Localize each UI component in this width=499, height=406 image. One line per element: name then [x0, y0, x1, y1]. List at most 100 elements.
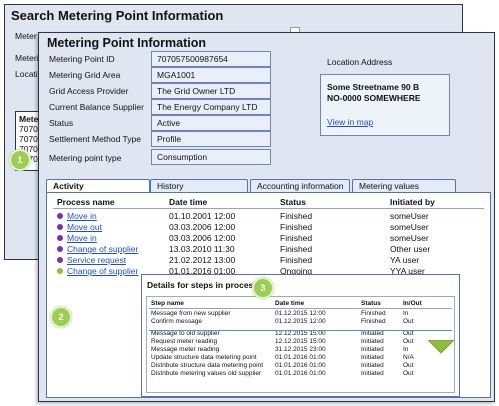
status-dot-icon — [57, 257, 63, 263]
process-initiated-by: YA user — [390, 255, 420, 265]
field-label-metering-point-type: Metering point type — [49, 153, 122, 163]
view-in-map-link[interactable]: View in map — [327, 117, 373, 127]
metering-point-window: Metering Point Information Metering Poin… — [38, 32, 495, 402]
process-initiated-by: someUser — [390, 222, 429, 232]
step-status: Finished — [361, 310, 386, 317]
steps-table: Step name Date time Status In/Out Messag… — [146, 296, 455, 393]
process-link[interactable]: Move in — [67, 211, 97, 221]
process-initiated-by: Other user — [390, 244, 431, 254]
balance-supplier-value[interactable]: The Energy Company LTD — [151, 99, 271, 115]
callout-1-badge: 1 — [9, 149, 31, 171]
address-line-2: NO-0000 SOMEWHERE — [327, 93, 421, 103]
process-date-time: 13.03.2010 11:30 — [169, 244, 235, 254]
status-dot-icon — [57, 235, 63, 241]
step-in-out: Out — [403, 362, 414, 369]
step-status: Initiated — [361, 330, 384, 337]
step-date-time: 01.01.2016 01:00 — [275, 354, 326, 361]
col-header-initiated-by: Initiated by — [390, 197, 435, 207]
step-name: Message to old supplier — [151, 330, 220, 337]
progress-marker-line — [149, 330, 452, 331]
step-name: Message meter reading — [151, 346, 220, 353]
grid-area-value[interactable]: MGA1001 — [151, 67, 271, 83]
grid-access-provider-value[interactable]: The Grid Owner LTD — [151, 83, 271, 99]
status-dot-icon — [57, 213, 63, 219]
window-title: Metering Point Information — [47, 36, 207, 50]
search-window-title: Search Metering Point Information — [11, 8, 224, 23]
col-header-status: Status — [280, 197, 306, 207]
process-date-time: 03.03.2006 12:00 — [169, 233, 236, 243]
process-status: Finished — [280, 211, 313, 221]
step-date-time: 01.12.2015 12:00 — [275, 318, 326, 325]
step-date-time: 01.01.2016 01:00 — [275, 370, 326, 377]
process-status: Finished — [280, 233, 313, 243]
search-label-2: Meteri — [15, 53, 39, 63]
step-date-time: 01.01.2016 01:00 — [275, 362, 326, 369]
step-date-time: 12.12.2015 15:00 — [275, 330, 326, 337]
steps-header-divider — [149, 308, 452, 309]
step-in-out: Out — [403, 370, 414, 377]
process-link[interactable]: Move out — [67, 222, 102, 232]
tab-metering-values[interactable]: Metering values — [352, 179, 456, 192]
field-label-metering-point-id: Metering Point ID — [49, 54, 115, 64]
details-title: Details for steps in process — [147, 280, 259, 290]
tab-history[interactable]: History — [150, 179, 248, 192]
step-name: Confirm message — [151, 318, 202, 325]
step-in-out: In — [403, 346, 409, 353]
process-status: Finished — [280, 255, 313, 265]
process-link[interactable]: Service request — [67, 255, 126, 265]
step-in-out: Out — [403, 318, 414, 325]
metering-point-id-value[interactable]: 707057500987654 — [151, 51, 271, 67]
process-date-time: 01.10.2001 12:00 — [169, 211, 236, 221]
down-arrow-icon — [428, 340, 454, 354]
step-name: Distribute metering values old supplier — [151, 370, 262, 377]
status-value[interactable]: Active — [151, 115, 271, 131]
location-address-box: Some Streetname 90 B NO-0000 SOMEWHERE V… — [320, 74, 450, 136]
step-date-time: 31.12.2015 23:00 — [275, 346, 326, 353]
process-date-time: 21.02.2012 13:00 — [169, 255, 236, 265]
process-date-time: 03.03.2006 12:00 — [169, 222, 236, 232]
process-link[interactable]: Change of supplier — [67, 266, 138, 276]
process-link[interactable]: Move in — [67, 233, 97, 243]
tab-activity[interactable]: Activity — [46, 179, 150, 193]
settlement-method-value[interactable]: Profile — [151, 131, 271, 147]
step-in-out: Out — [403, 330, 414, 337]
field-label-grid-area: Metering Grid Area — [49, 70, 121, 80]
step-date-time: 12.12.2015 15:00 — [275, 338, 326, 345]
step-status: Initiated — [361, 338, 384, 345]
step-name: Request meter reading — [151, 338, 218, 345]
search-label-1: Meter — [15, 31, 37, 41]
col-header-step-name: Step name — [151, 300, 184, 307]
process-status: Finished — [280, 244, 313, 254]
callout-3-badge: 3 — [252, 277, 274, 299]
field-label-grid-access-provider: Grid Access Provider — [49, 86, 129, 96]
step-status: Initiated — [361, 370, 384, 377]
metering-point-type-value[interactable]: Consumption — [151, 149, 271, 165]
field-label-balance-supplier: Current Balance Supplier — [49, 102, 144, 112]
col-header-step-date-time: Date time — [275, 300, 305, 307]
process-initiated-by: someUser — [390, 233, 429, 243]
step-name: Distribute structure data metering point — [151, 362, 263, 369]
header-divider — [53, 208, 484, 209]
step-status: Finished — [361, 318, 386, 325]
status-dot-icon — [57, 268, 63, 274]
step-in-out: Out — [403, 338, 414, 345]
process-status: Finished — [280, 222, 313, 232]
step-name: Update structure data metering point — [151, 354, 257, 361]
process-steps-details-panel: Details for steps in process Step name D… — [141, 274, 460, 397]
status-dot-icon — [57, 224, 63, 230]
tab-accounting-information[interactable]: Accounting information — [250, 179, 350, 192]
col-header-process-name: Process name — [57, 197, 115, 207]
col-header-step-status: Status — [361, 300, 381, 307]
field-label-status: Status — [49, 118, 74, 128]
address-line-1: Some Streetname 90 B — [327, 82, 420, 92]
step-in-out: N/A — [403, 354, 414, 361]
step-status: Initiated — [361, 362, 384, 369]
step-in-out: In — [403, 310, 409, 317]
field-label-settlement-method: Settlement Method Type — [49, 134, 141, 144]
callout-2-badge: 2 — [50, 306, 72, 328]
process-initiated-by: someUser — [390, 211, 429, 221]
process-link[interactable]: Change of supplier — [67, 244, 138, 254]
col-header-in-out: In/Out — [403, 300, 422, 307]
col-header-date-time: Date time — [169, 197, 208, 207]
step-name: Message from new supplier — [151, 310, 231, 317]
